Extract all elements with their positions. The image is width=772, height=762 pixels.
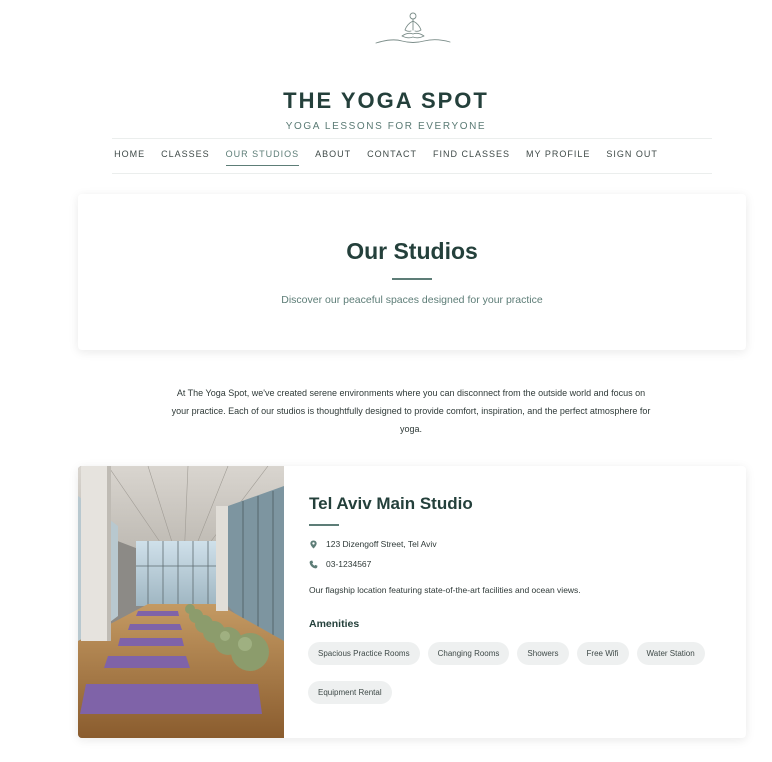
nav-item-home[interactable]: HOME: [106, 149, 153, 159]
nav-item-about[interactable]: ABOUT: [307, 149, 359, 159]
amenities-heading: Amenities: [309, 618, 360, 630]
amenity-chip: Changing Rooms: [427, 642, 510, 665]
amenity-chip: Equipment Rental: [308, 681, 392, 704]
studio-description: Our flagship location featuring state-of…: [309, 585, 581, 595]
amenity-chip: Showers: [517, 642, 569, 665]
studio-name: Tel Aviv Main Studio: [309, 494, 473, 513]
site-title: THE YOGA SPOT: [283, 88, 489, 113]
phone-icon: [309, 560, 318, 568]
address-text: 123 Dizengoff Street, Tel Aviv: [326, 539, 437, 549]
meditating-figure-icon: [375, 12, 451, 44]
nav-item-my-profile[interactable]: MY PROFILE: [518, 149, 598, 159]
nav-item-contact[interactable]: CONTACT: [359, 149, 425, 159]
studio-title-divider: [309, 524, 339, 526]
title-divider: [392, 278, 432, 280]
nav-divider-bottom: [112, 173, 712, 174]
phone-text[interactable]: 03-1234567: [326, 559, 371, 569]
nav-divider-top: [112, 138, 712, 139]
amenities-list: Spacious Practice Rooms Changing Rooms S…: [308, 642, 728, 704]
nav-item-find-classes[interactable]: FIND CLASSES: [425, 149, 518, 159]
hero-card: Our Studios Discover our peaceful spaces…: [78, 194, 746, 350]
studio-photo: [78, 466, 284, 738]
amenity-chip: Water Station: [636, 642, 705, 665]
nav-item-sign-out[interactable]: SIGN OUT: [598, 149, 666, 159]
site-tagline: YOGA LESSONS FOR EVERYONE: [285, 121, 487, 132]
amenity-chip: Spacious Practice Rooms: [308, 642, 420, 665]
studio-card: Tel Aviv Main Studio 123 Dizengoff Stree…: [78, 466, 746, 738]
intro-paragraph: At The Yoga Spot, we've created serene e…: [171, 388, 651, 434]
amenity-chip: Free Wifi: [576, 642, 629, 665]
map-pin-icon: [310, 539, 317, 549]
main-nav: HOME CLASSES OUR STUDIOS ABOUT CONTACT F…: [0, 149, 772, 166]
page-subtitle: Discover our peaceful spaces designed fo…: [281, 294, 543, 306]
studio-address: 123 Dizengoff Street, Tel Aviv: [309, 539, 437, 549]
studio-phone: 03-1234567: [309, 559, 371, 569]
nav-item-our-studios[interactable]: OUR STUDIOS: [218, 149, 308, 166]
nav-item-classes[interactable]: CLASSES: [153, 149, 218, 159]
page-title: Our Studios: [346, 238, 478, 264]
